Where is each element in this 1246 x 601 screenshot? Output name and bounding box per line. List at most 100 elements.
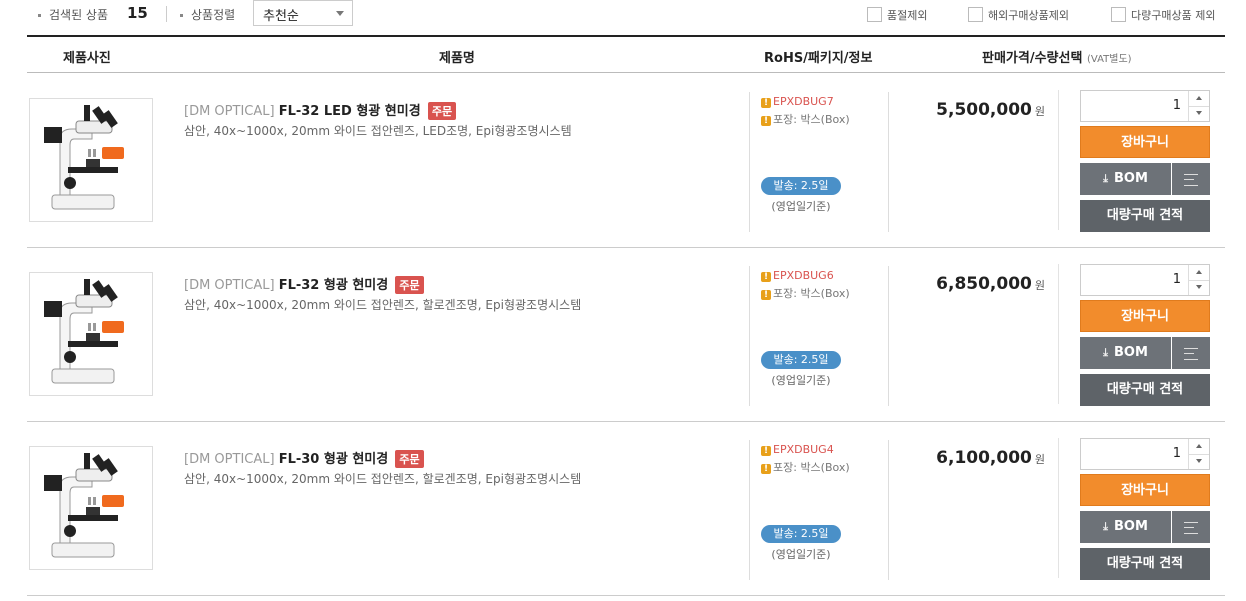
quantity-input[interactable]: 1	[1173, 98, 1181, 113]
product-model[interactable]: FL-32 형광 현미경	[279, 278, 389, 293]
microscope-image	[44, 105, 124, 210]
add-to-cart-button[interactable]: 장바구니	[1080, 126, 1210, 158]
product-name[interactable]: [DM OPTICAL] FL-30 형광 현미경 주문	[184, 448, 424, 468]
order-badge: 주문	[427, 102, 457, 120]
product-model[interactable]: FL-30 형광 현미경	[279, 452, 389, 467]
searched-count-label: 검색된 상품	[38, 6, 108, 23]
col-price: 판매가격/수량선택 (VAT별도)	[982, 51, 1132, 66]
alert-icon: !	[761, 290, 771, 300]
alert-icon: !	[761, 446, 771, 456]
product-description: 삼안, 40x~1000x, 20mm 와이드 접안렌즈, LED조명, Epi…	[184, 124, 572, 138]
product-image[interactable]	[29, 98, 153, 222]
checkbox-box[interactable]	[867, 7, 882, 22]
divider	[166, 6, 167, 22]
product-brand: [DM OPTICAL]	[184, 452, 275, 467]
increment-icon[interactable]	[1189, 439, 1209, 455]
decrement-icon[interactable]	[1189, 280, 1209, 295]
download-icon: ⤓	[1103, 172, 1108, 185]
bom-button[interactable]: ⤓ BOM	[1080, 337, 1171, 369]
checkbox-box[interactable]	[968, 7, 983, 22]
microscope-image	[44, 453, 124, 558]
sort-label: 상품정렬	[180, 6, 235, 23]
product-code[interactable]: ! EPXDBUG7	[761, 95, 834, 108]
product-brand: [DM OPTICAL]	[184, 278, 275, 293]
add-to-cart-button[interactable]: 장바구니	[1080, 474, 1210, 506]
product-code[interactable]: ! EPXDBUG4	[761, 443, 834, 456]
bom-button[interactable]: ⤓ BOM	[1080, 163, 1171, 195]
microscope-image	[44, 279, 124, 384]
bom-button[interactable]: ⤓ BOM	[1080, 511, 1171, 543]
shipping-note: (영업일기준)	[771, 548, 831, 561]
exclude-bulk-checkbox[interactable]: 다량구매상품 제외	[1111, 7, 1215, 23]
list-button[interactable]	[1172, 511, 1210, 543]
order-badge: 주문	[395, 450, 424, 468]
quantity-spinner	[1188, 439, 1209, 469]
package-info: ! 포장: 박스(Box)	[761, 111, 850, 127]
list-icon	[1184, 348, 1198, 360]
alert-icon: !	[761, 464, 771, 474]
list-icon	[1184, 174, 1198, 186]
product-price: 5,500,000 원	[936, 100, 1045, 120]
product-model[interactable]: FL-32 LED 형광 현미경	[279, 104, 421, 119]
increment-icon[interactable]	[1189, 91, 1209, 107]
alert-icon: !	[761, 272, 771, 282]
list-icon	[1184, 522, 1198, 534]
package-info: ! 포장: 박스(Box)	[761, 459, 850, 475]
product-image[interactable]	[29, 272, 153, 396]
col-info: RoHS/패키지/정보	[764, 51, 873, 66]
bulk-quote-button[interactable]: 대량구매 견적	[1080, 200, 1210, 232]
product-info: ! EPXDBUG7 ! 포장: 박스(Box) 발송: 2.5일 (영업일기준)	[749, 92, 889, 232]
alert-icon: !	[761, 98, 771, 108]
product-price: 6,100,000 원	[936, 448, 1045, 468]
quantity-stepper[interactable]: 1	[1080, 90, 1210, 122]
product-name[interactable]: [DM OPTICAL] FL-32 형광 현미경 주문	[184, 274, 424, 294]
quantity-input[interactable]: 1	[1173, 272, 1181, 287]
increment-icon[interactable]	[1189, 265, 1209, 281]
exclude-soldout-checkbox[interactable]: 품절제외	[867, 7, 927, 23]
exclude-overseas-checkbox[interactable]: 해외구매상품제외	[968, 7, 1069, 23]
download-icon: ⤓	[1103, 520, 1108, 533]
bulk-quote-button[interactable]: 대량구매 견적	[1080, 374, 1210, 406]
quantity-spinner	[1188, 265, 1209, 295]
download-icon: ⤓	[1103, 346, 1108, 359]
bulk-quote-button[interactable]: 대량구매 견적	[1080, 548, 1210, 580]
divider	[1058, 90, 1059, 230]
order-badge: 주문	[395, 276, 424, 294]
quantity-input[interactable]: 1	[1173, 446, 1181, 461]
list-button[interactable]	[1172, 337, 1210, 369]
product-name[interactable]: [DM OPTICAL] FL-32 LED 형광 현미경 주문	[184, 100, 457, 120]
chevron-down-icon	[336, 11, 344, 16]
product-row: [DM OPTICAL] FL-30 형광 현미경 주문 삼안, 40x~100…	[27, 422, 1225, 596]
alert-icon: !	[761, 116, 771, 126]
col-photo: 제품사진	[63, 51, 111, 66]
divider	[1058, 264, 1059, 404]
decrement-icon[interactable]	[1189, 106, 1209, 121]
product-price: 6,850,000 원	[936, 274, 1045, 294]
shipping-note: (영업일기준)	[771, 374, 831, 387]
checkbox-box[interactable]	[1111, 7, 1126, 22]
decrement-icon[interactable]	[1189, 454, 1209, 469]
add-to-cart-button[interactable]: 장바구니	[1080, 300, 1210, 332]
product-description: 삼안, 40x~1000x, 20mm 와이드 접안렌즈, 할로겐조명, Epi…	[184, 472, 582, 486]
quantity-spinner	[1188, 91, 1209, 121]
product-image[interactable]	[29, 446, 153, 570]
product-info: ! EPXDBUG4 ! 포장: 박스(Box) 발송: 2.5일 (영업일기준)	[749, 440, 889, 580]
sort-selected-value: 추천순	[263, 9, 299, 24]
filter-bar: 검색된 상품 15 상품정렬 추천순 품절제외 해외구매상품제외 다량구매상품 …	[0, 0, 1246, 34]
shipping-badge: 발송: 2.5일	[761, 525, 841, 543]
shipping-note: (영업일기준)	[771, 200, 831, 213]
product-brand: [DM OPTICAL]	[184, 104, 275, 119]
quantity-stepper[interactable]: 1	[1080, 264, 1210, 296]
package-info: ! 포장: 박스(Box)	[761, 285, 850, 301]
product-row: [DM OPTICAL] FL-32 LED 형광 현미경 주문 삼안, 40x…	[27, 74, 1225, 248]
sort-select[interactable]: 추천순	[253, 0, 353, 26]
product-description: 삼안, 40x~1000x, 20mm 와이드 접안렌즈, 할로겐조명, Epi…	[184, 298, 582, 312]
product-code[interactable]: ! EPXDBUG6	[761, 269, 834, 282]
quantity-stepper[interactable]: 1	[1080, 438, 1210, 470]
shipping-badge: 발송: 2.5일	[761, 351, 841, 369]
col-name: 제품명	[439, 51, 475, 66]
table-header: 제품사진 제품명 RoHS/패키지/정보 판매가격/수량선택 (VAT별도)	[27, 35, 1225, 73]
product-list-page: 검색된 상품 15 상품정렬 추천순 품절제외 해외구매상품제외 다량구매상품 …	[0, 0, 1246, 601]
product-row: [DM OPTICAL] FL-32 형광 현미경 주문 삼안, 40x~100…	[27, 248, 1225, 422]
list-button[interactable]	[1172, 163, 1210, 195]
